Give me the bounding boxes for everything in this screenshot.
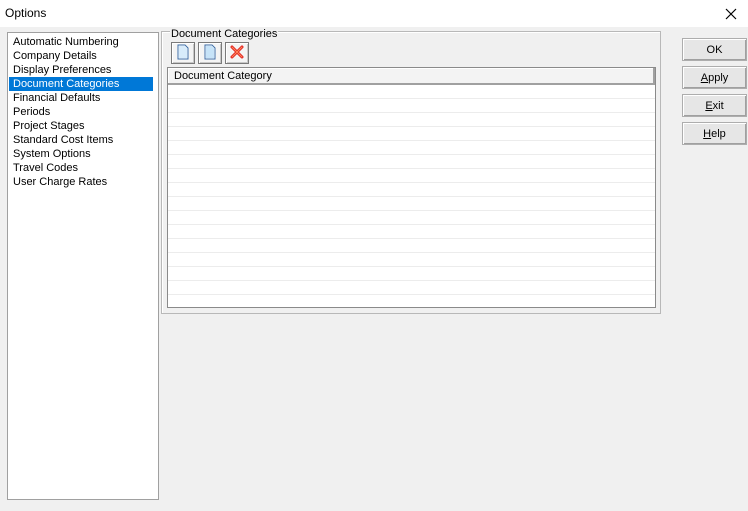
category-item-financial-defaults[interactable]: Financial Defaults	[9, 91, 153, 105]
ok-button-label: OK	[706, 43, 723, 56]
new-document-icon	[176, 44, 190, 63]
category-list[interactable]: Automatic Numbering Company Details Disp…	[7, 32, 159, 500]
document-categories-panel: Document Categories Document Category	[161, 28, 661, 314]
delete-button[interactable]	[225, 42, 249, 64]
category-item-system-options[interactable]: System Options	[9, 147, 153, 161]
document-category-grid[interactable]: Document Category	[167, 67, 656, 308]
category-item-periods[interactable]: Periods	[9, 105, 153, 119]
category-item-company-details[interactable]: Company Details	[9, 49, 153, 63]
category-item-travel-codes[interactable]: Travel Codes	[9, 161, 153, 175]
delete-icon	[230, 45, 244, 62]
help-button-label: Help	[703, 127, 726, 140]
category-item-user-charge-rates[interactable]: User Charge Rates	[9, 175, 153, 189]
category-item-display-preferences[interactable]: Display Preferences	[9, 63, 153, 77]
copy-button[interactable]	[198, 42, 222, 64]
column-header-document-category[interactable]: Document Category	[168, 68, 655, 85]
exit-button-label: Exit	[705, 99, 724, 112]
exit-button[interactable]: Exit	[682, 94, 747, 117]
close-icon[interactable]	[714, 0, 748, 27]
apply-button[interactable]: Apply	[682, 66, 747, 89]
title-bar: Options	[0, 0, 748, 27]
window-title: Options	[5, 6, 47, 20]
copy-document-icon	[203, 44, 217, 63]
category-item-standard-cost-items[interactable]: Standard Cost Items	[9, 133, 153, 147]
grid-body[interactable]	[168, 85, 655, 305]
category-item-automatic-numbering[interactable]: Automatic Numbering	[9, 35, 153, 49]
category-item-document-categories[interactable]: Document Categories	[9, 77, 153, 91]
ok-button[interactable]: OK	[682, 38, 747, 61]
apply-button-label: Apply	[700, 71, 729, 84]
panel-label: Document Categories	[170, 28, 279, 40]
category-item-project-stages[interactable]: Project Stages	[9, 119, 153, 133]
help-button[interactable]: Help	[682, 122, 747, 145]
new-button[interactable]	[171, 42, 195, 64]
